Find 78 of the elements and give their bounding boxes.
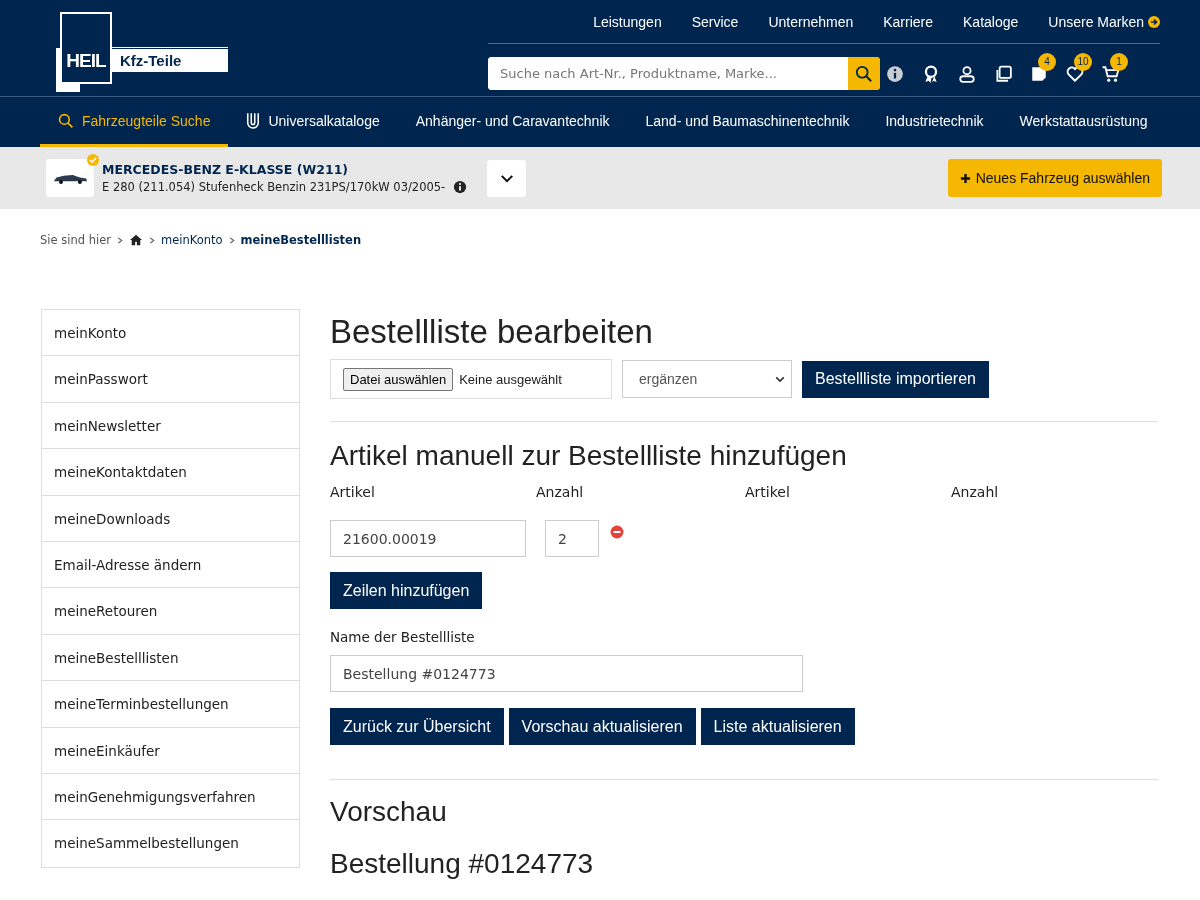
nav-link[interactable]: Service: [691, 13, 739, 30]
quantity-field[interactable]: 2: [545, 520, 599, 557]
count-badge: 1: [1110, 52, 1128, 71]
award-icon[interactable]: [922, 64, 940, 83]
nav-link[interactable]: Karriere: [883, 13, 933, 30]
nav-link[interactable]: Leistungen: [593, 13, 662, 30]
home-icon[interactable]: [128, 234, 143, 246]
plus-icon[interactable]: [959, 172, 971, 184]
nav-link[interactable]: Unternehmen: [768, 13, 854, 30]
cart-icon[interactable]: [1102, 64, 1120, 83]
sidebar-item[interactable]: meinGenehmigungsverfahren: [42, 773, 299, 821]
sidebar-item[interactable]: meinNewsletter: [42, 402, 299, 450]
sidebar-item[interactable]: meineDownloads: [42, 495, 299, 542]
chevron-right-icon[interactable]: [228, 236, 235, 244]
article-field[interactable]: 21600.00019: [330, 520, 526, 557]
nav-tab[interactable]: Industrietechnik: [867, 97, 1002, 147]
import-button[interactable]: Bestellliste importieren: [802, 360, 989, 398]
breadcrumb-link[interactable]: meineBestelllisten: [240, 233, 362, 247]
dropdown-button[interactable]: [487, 159, 527, 197]
chevron-down-icon[interactable]: [775, 375, 785, 383]
check-badge-icon[interactable]: [87, 154, 99, 166]
sidebar-item[interactable]: meineKontaktdaten: [42, 449, 299, 496]
column-label: Artikel: [330, 484, 375, 500]
info-icon[interactable]: [453, 180, 468, 194]
logo-text: HEIL: [66, 50, 106, 72]
search-button[interactable]: [848, 57, 880, 90]
action-button[interactable]: Liste aktualisieren: [700, 708, 855, 745]
nav-tab[interactable]: Werkstattausrüstung: [1001, 97, 1166, 147]
search-field[interactable]: Suche nach Art-Nr., Produktname, Marke...: [488, 57, 880, 90]
search-icon[interactable]: [855, 64, 873, 83]
breadcrumb-label: Sie sind hier: [40, 233, 111, 247]
chevron-right-icon[interactable]: [148, 236, 155, 244]
section-title: Artikel manuell zur Bestellliste hinzufügen: [330, 440, 847, 472]
new-vehicle-button[interactable]: Neues Fahrzeug auswählen: [947, 159, 1162, 197]
list-name-field[interactable]: Bestellung #0124773: [330, 655, 803, 692]
u-shape-icon[interactable]: [246, 111, 261, 130]
sidebar-item[interactable]: Email-Adresse ändern: [42, 541, 299, 589]
column-label: Anzahl: [951, 484, 999, 500]
action-button[interactable]: Vorschau aktualisieren: [508, 708, 696, 745]
nav-tab[interactable]: Universalkataloge: [228, 97, 398, 147]
search-icon[interactable]: [58, 112, 74, 129]
logo-text: Kfz-Teile: [112, 46, 228, 72]
sidebar-item[interactable]: meineEinkäufer: [42, 727, 299, 774]
sidebar-item[interactable]: meinKonto: [42, 310, 299, 357]
arrow-circle-icon[interactable]: [1148, 15, 1160, 28]
mode-select[interactable]: ergänzen: [622, 360, 792, 398]
section-title: Vorschau: [330, 796, 447, 828]
nav-link[interactable]: Kataloge: [963, 13, 1019, 30]
list-title: Bestellung #0124773: [330, 848, 594, 880]
file-status: Keine ausgewählt: [459, 371, 562, 387]
action-button[interactable]: Zurück zur Übersicht: [330, 708, 504, 745]
remove-icon[interactable]: [610, 525, 624, 539]
info-icon[interactable]: [886, 64, 904, 83]
copy-icon[interactable]: [994, 64, 1012, 83]
field-label: Name der Bestellliste: [330, 629, 475, 645]
vehicle-details: E 280 (211.054) Stufenheck Benzin 231PS/170kW 03/2005-: [102, 180, 446, 194]
sidebar-item[interactable]: meineTerminbestellungen: [42, 681, 299, 728]
sidebar-item[interactable]: meineSammelbestellungen: [42, 820, 299, 867]
user-icon[interactable]: [958, 64, 976, 83]
nav-tab[interactable]: Land- und Baumaschinentechnik: [627, 97, 868, 147]
sidebar-item[interactable]: meineRetouren: [42, 588, 299, 635]
vehicle-name: MERCEDES-BENZ E-KLASSE (W211): [102, 162, 350, 177]
sidebar-item[interactable]: meinPasswort: [42, 356, 299, 403]
count-badge: 4: [1038, 52, 1056, 71]
file-field[interactable]: Datei auswählen Keine ausgewählt: [330, 359, 612, 399]
breadcrumb-link[interactable]: meinKonto: [160, 233, 223, 247]
heart-icon[interactable]: [1066, 64, 1084, 83]
sidebar-item[interactable]: meineBestelllisten: [42, 634, 299, 682]
chevron-down-icon[interactable]: [499, 173, 514, 183]
column-label: Artikel: [745, 484, 790, 500]
count-badge: 10: [1074, 52, 1092, 71]
add-rows-button[interactable]: Zeilen hinzufügen: [330, 572, 483, 609]
nav-link[interactable]: Unsere Marken: [1048, 13, 1160, 30]
choose-file-button[interactable]: Datei auswählen: [343, 367, 454, 391]
page-title: Bestellliste bearbeiten: [330, 313, 653, 351]
chevron-right-icon[interactable]: [116, 236, 123, 244]
column-label: Anzahl: [536, 484, 584, 500]
nav-tab[interactable]: Anhänger- und Caravantechnik: [397, 97, 628, 147]
